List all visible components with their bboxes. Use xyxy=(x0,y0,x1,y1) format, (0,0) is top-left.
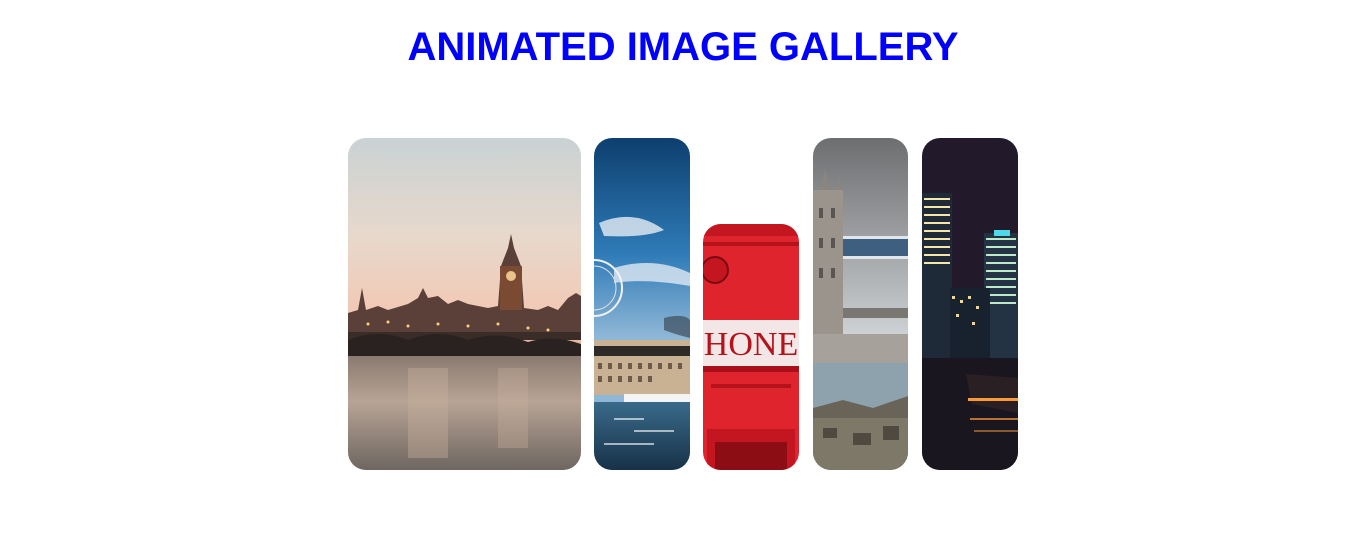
telephone-sign-text: HONE xyxy=(704,326,798,363)
gallery-image-tower-bridge[interactable] xyxy=(813,138,908,470)
canary-wharf-night-photo xyxy=(922,138,1018,470)
red-telephone-box-photo: HONE xyxy=(703,224,799,470)
image-gallery: HONE xyxy=(0,0,1366,543)
gallery-image-canary-wharf[interactable] xyxy=(922,138,1018,470)
gallery-image-telephone-box[interactable]: HONE xyxy=(703,224,799,470)
big-ben-parliament-photo xyxy=(348,138,581,470)
gallery-image-london-eye[interactable] xyxy=(594,138,690,470)
tower-bridge-photo xyxy=(813,138,908,470)
gallery-image-big-ben[interactable] xyxy=(348,138,581,470)
london-eye-thames-photo xyxy=(594,138,690,470)
